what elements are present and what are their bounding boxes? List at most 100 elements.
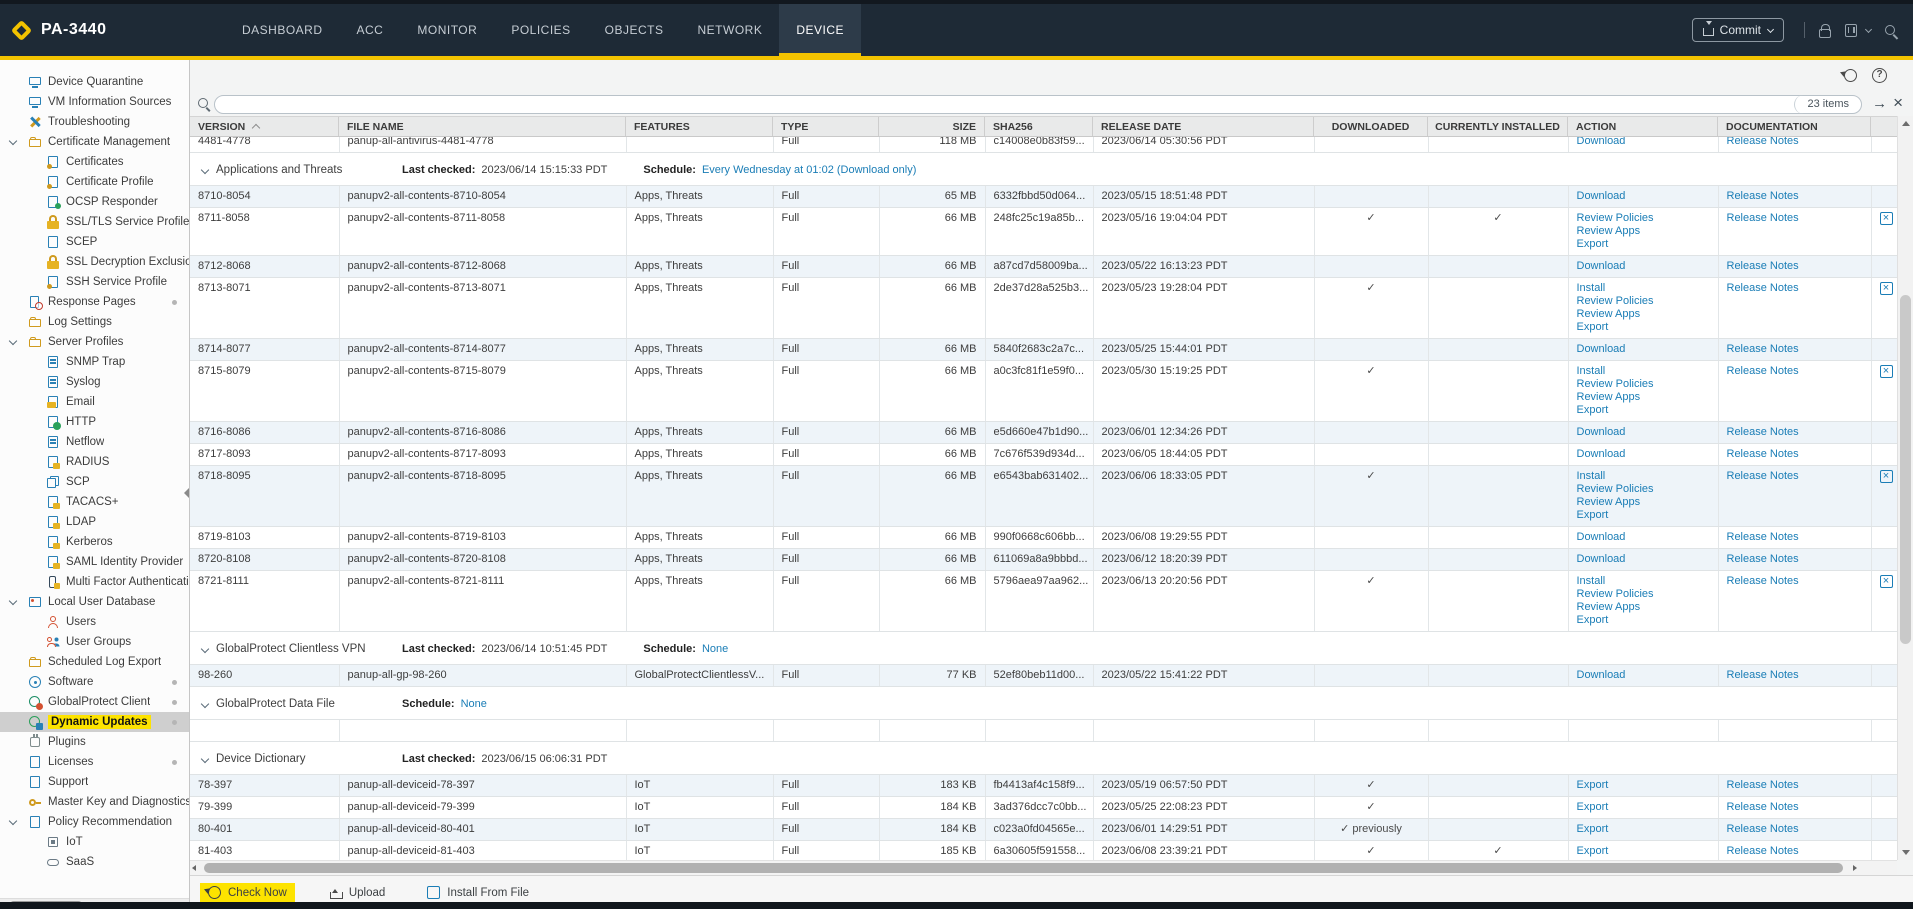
chevron-down-icon[interactable] bbox=[201, 644, 209, 652]
documentation-link[interactable]: Release Notes bbox=[1727, 137, 1799, 147]
documentation-link[interactable]: Release Notes bbox=[1727, 575, 1799, 587]
action-link-review-policies[interactable]: Review Policies bbox=[1577, 588, 1710, 601]
action-link-export[interactable]: Export bbox=[1577, 845, 1710, 858]
action-link-export[interactable]: Export bbox=[1577, 321, 1710, 334]
nav-tab-monitor[interactable]: MONITOR bbox=[400, 4, 494, 56]
table-row-4481-4778[interactable]: 4481-4778panup-all-antivirus-4481-4778Fu… bbox=[190, 137, 1897, 153]
sidebar-item-log-settings[interactable]: Log Settings bbox=[0, 312, 189, 332]
action-link-download[interactable]: Download bbox=[1577, 669, 1710, 682]
delete-package-icon[interactable]: × bbox=[1880, 212, 1893, 225]
action-link-review-apps[interactable]: Review Apps bbox=[1577, 225, 1710, 238]
documentation-link[interactable]: Release Notes bbox=[1727, 365, 1799, 377]
table-row-8721-8111[interactable]: 8721-8111panupv2-all-contents-8721-8111A… bbox=[190, 571, 1897, 632]
lock-icon[interactable] bbox=[1819, 29, 1831, 38]
chevron-down-icon[interactable] bbox=[9, 136, 17, 144]
horizontal-scrollbar[interactable] bbox=[190, 860, 1897, 875]
chevron-down-icon[interactable] bbox=[9, 816, 17, 824]
commit-button[interactable]: Commit bbox=[1692, 18, 1784, 42]
sidebar-item-policy-recommendation[interactable]: Policy Recommendation bbox=[0, 812, 189, 832]
schedule-link[interactable]: Every Wednesday at 01:02 (Download only) bbox=[702, 164, 916, 177]
documentation-link[interactable]: Release Notes bbox=[1727, 845, 1799, 857]
sidebar-item-multi-factor-authentication[interactable]: Multi Factor Authentication bbox=[0, 572, 189, 592]
documentation-link[interactable]: Release Notes bbox=[1727, 823, 1799, 835]
delete-package-icon[interactable]: × bbox=[1880, 470, 1893, 483]
documentation-link[interactable]: Release Notes bbox=[1727, 553, 1799, 565]
action-link-export[interactable]: Export bbox=[1577, 801, 1710, 814]
chevron-down-icon[interactable] bbox=[9, 596, 17, 604]
sidebar-item-saml-identity-provider[interactable]: SAML Identity Provider bbox=[0, 552, 189, 572]
help-icon[interactable]: ? bbox=[1872, 68, 1887, 83]
table-row-81-403[interactable]: 81-403panup-all-deviceid-81-403IoTFull18… bbox=[190, 841, 1897, 861]
chevron-down-icon[interactable] bbox=[201, 699, 209, 707]
sidebar-item-dynamic-updates[interactable]: Dynamic Updates bbox=[0, 712, 189, 732]
sidebar-item-ssl-decryption-exclusion[interactable]: SSL Decryption Exclusion bbox=[0, 252, 189, 272]
action-link-review-apps[interactable]: Review Apps bbox=[1577, 496, 1710, 509]
nav-tab-policies[interactable]: POLICIES bbox=[494, 4, 587, 56]
sidebar-item-vm-information-sources[interactable]: VM Information Sources bbox=[0, 92, 189, 112]
sidebar-item-response-pages[interactable]: Response Pages bbox=[0, 292, 189, 312]
delete-package-icon[interactable]: × bbox=[1880, 575, 1893, 588]
global-search-icon[interactable] bbox=[1885, 25, 1895, 35]
sidebar-item-scep[interactable]: SCEP bbox=[0, 232, 189, 252]
sidebar-item-tacacs[interactable]: TACACS+ bbox=[0, 492, 189, 512]
install-from-file-button[interactable]: Install From File bbox=[419, 883, 537, 902]
documentation-link[interactable]: Release Notes bbox=[1727, 426, 1799, 438]
scroll-down-icon[interactable] bbox=[1902, 850, 1910, 855]
sidebar-item-scp[interactable]: SCP bbox=[0, 472, 189, 492]
scroll-right-icon[interactable] bbox=[1853, 865, 1857, 871]
sidebar-item-software[interactable]: Software bbox=[0, 672, 189, 692]
scrollbar-thumb[interactable] bbox=[1900, 295, 1911, 645]
table-row-8712-8068[interactable]: 8712-8068panupv2-all-contents-8712-8068A… bbox=[190, 256, 1897, 278]
nav-tab-objects[interactable]: OBJECTS bbox=[588, 4, 681, 56]
sidebar-item-email[interactable]: Email bbox=[0, 392, 189, 412]
table-row-8720-8108[interactable]: 8720-8108panupv2-all-contents-8720-8108A… bbox=[190, 549, 1897, 571]
table-row-8714-8077[interactable]: 8714-8077panupv2-all-contents-8714-8077A… bbox=[190, 339, 1897, 361]
column-header-documentation[interactable]: DOCUMENTATION bbox=[1718, 117, 1871, 136]
action-link-review-apps[interactable]: Review Apps bbox=[1577, 391, 1710, 404]
documentation-link[interactable]: Release Notes bbox=[1727, 260, 1799, 272]
sidebar-item-ldap[interactable]: LDAP bbox=[0, 512, 189, 532]
table-row-8719-8103[interactable]: 8719-8103panupv2-all-contents-8719-8103A… bbox=[190, 527, 1897, 549]
column-header-action[interactable]: ACTION bbox=[1568, 117, 1718, 136]
action-link-export[interactable]: Export bbox=[1577, 779, 1710, 792]
sidebar-item-local-user-database[interactable]: Local User Database bbox=[0, 592, 189, 612]
config-sync-icon[interactable] bbox=[1845, 24, 1857, 37]
column-header-currently-installed[interactable]: CURRENTLY INSTALLED bbox=[1428, 117, 1568, 136]
sidebar-item-device-quarantine[interactable]: Device Quarantine bbox=[0, 72, 189, 92]
sidebar-item-licenses[interactable]: Licenses bbox=[0, 752, 189, 772]
delete-package-icon[interactable]: × bbox=[1880, 365, 1893, 378]
documentation-link[interactable]: Release Notes bbox=[1727, 470, 1799, 482]
column-header-type[interactable]: TYPE bbox=[773, 117, 879, 136]
sidebar-item-troubleshooting[interactable]: Troubleshooting bbox=[0, 112, 189, 132]
action-link-review-apps[interactable]: Review Apps bbox=[1577, 601, 1710, 614]
action-link-export[interactable]: Export bbox=[1577, 238, 1710, 251]
sidebar-item-netflow[interactable]: Netflow bbox=[0, 432, 189, 452]
documentation-link[interactable]: Release Notes bbox=[1727, 801, 1799, 813]
nav-tab-acc[interactable]: ACC bbox=[340, 4, 401, 56]
table-row-8715-8079[interactable]: 8715-8079panupv2-all-contents-8715-8079A… bbox=[190, 361, 1897, 422]
sidebar-item-ssh-service-profile[interactable]: SSH Service Profile bbox=[0, 272, 189, 292]
documentation-link[interactable]: Release Notes bbox=[1727, 212, 1799, 224]
table-row-79-399[interactable]: 79-399panup-all-deviceid-79-399IoTFull18… bbox=[190, 797, 1897, 819]
nav-tab-device[interactable]: DEVICE bbox=[779, 4, 861, 56]
chevron-down-icon[interactable] bbox=[1865, 25, 1872, 32]
documentation-link[interactable]: Release Notes bbox=[1727, 282, 1799, 294]
action-link-install[interactable]: Install bbox=[1577, 470, 1710, 483]
refresh-icon[interactable] bbox=[1844, 69, 1857, 82]
documentation-link[interactable]: Release Notes bbox=[1727, 343, 1799, 355]
schedule-link[interactable]: None bbox=[702, 643, 728, 656]
apply-filter-arrow-icon[interactable]: → bbox=[1872, 95, 1887, 112]
sidebar-item-ocsp-responder[interactable]: OCSP Responder bbox=[0, 192, 189, 212]
scroll-up-icon[interactable] bbox=[1902, 121, 1910, 126]
action-link-download[interactable]: Download bbox=[1577, 343, 1710, 356]
sidebar-item-saas[interactable]: SaaS bbox=[0, 852, 189, 872]
action-link-export[interactable]: Export bbox=[1577, 823, 1710, 836]
column-header-version[interactable]: VERSION bbox=[190, 117, 339, 136]
column-header-sha256[interactable]: SHA256 bbox=[985, 117, 1093, 136]
action-link-download[interactable]: Download bbox=[1577, 553, 1710, 566]
action-link-download[interactable]: Download bbox=[1577, 531, 1710, 544]
column-header-file-name[interactable]: FILE NAME bbox=[339, 117, 626, 136]
action-link-review-policies[interactable]: Review Policies bbox=[1577, 378, 1710, 391]
table-row-80-401[interactable]: 80-401panup-all-deviceid-80-401IoTFull18… bbox=[190, 819, 1897, 841]
action-link-review-policies[interactable]: Review Policies bbox=[1577, 212, 1710, 225]
